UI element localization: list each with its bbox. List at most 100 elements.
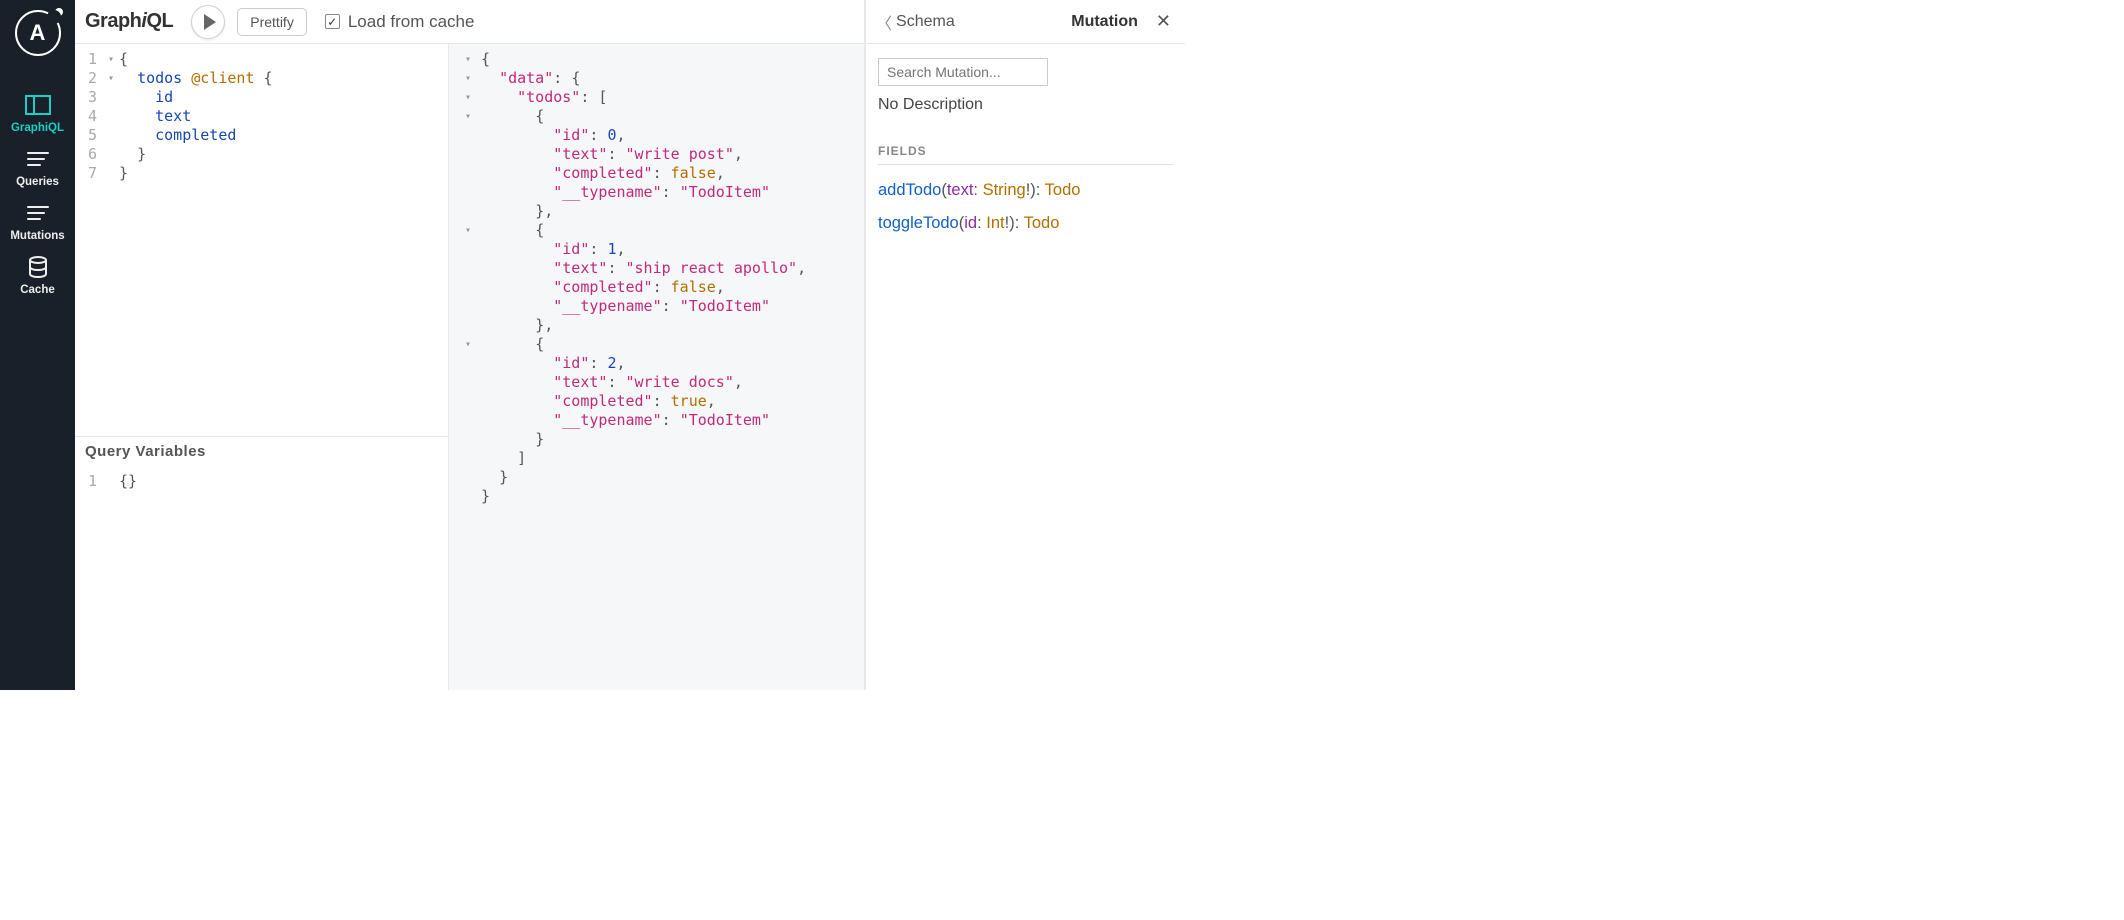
fold-toggle-icon: [103, 164, 119, 183]
app-sidebar: A GraphiQL Queries Mutations Cache: [0, 0, 75, 690]
docs-back-button[interactable]: 〈 Schema: [876, 10, 955, 34]
checkbox-icon: [325, 14, 340, 29]
code-text: }: [477, 468, 508, 487]
query-variables-editor[interactable]: 1{}: [75, 466, 448, 690]
sidebar-item-cache[interactable]: Cache: [10, 256, 64, 296]
code-line: "text": "ship react apollo",: [449, 259, 864, 278]
code-line: "id": 0,: [449, 126, 864, 145]
code-line: 1{}: [75, 472, 448, 491]
code-line: "completed": true,: [449, 392, 864, 411]
fold-toggle-icon: [449, 354, 477, 373]
query-pane: 1▾{2▾ todos @client {3 id4 text5 complet…: [75, 44, 449, 690]
code-panes: 1▾{2▾ todos @client {3 id4 text5 complet…: [75, 44, 864, 690]
docs-field-toggleTodo[interactable]: toggleTodo(id: Int!): Todo: [878, 214, 1173, 233]
code-line: ▾ "todos": [: [449, 88, 864, 107]
fold-toggle-icon: [449, 183, 477, 202]
sidebar-item-mutations[interactable]: Mutations: [10, 202, 64, 242]
code-line: "id": 1,: [449, 240, 864, 259]
line-number: 5: [75, 126, 103, 145]
code-line: 6 }: [75, 145, 448, 164]
fold-toggle-icon: [103, 145, 119, 164]
sidebar-item-label: Cache: [20, 284, 55, 296]
fold-toggle-icon[interactable]: ▾: [449, 88, 477, 107]
sidebar-item-graphiql[interactable]: GraphiQL: [10, 94, 64, 134]
fold-toggle-icon: [449, 297, 477, 316]
code-line: 2▾ todos @client {: [75, 69, 448, 88]
code-text: "completed": false,: [477, 164, 725, 183]
code-text: {: [477, 50, 490, 69]
code-line: ▾ {: [449, 107, 864, 126]
fold-toggle-icon[interactable]: ▾: [449, 335, 477, 354]
fold-toggle-icon: [449, 468, 477, 487]
code-line: "id": 2,: [449, 354, 864, 373]
code-line: ]: [449, 449, 864, 468]
fold-toggle-icon: [449, 126, 477, 145]
code-line: "__typename": "TodoItem": [449, 297, 864, 316]
fold-toggle-icon[interactable]: ▾: [103, 50, 119, 69]
fold-toggle-icon: [449, 202, 477, 221]
panel-icon: [24, 94, 52, 116]
fold-toggle-icon: [449, 145, 477, 164]
code-line: 1▾{: [75, 50, 448, 69]
code-text: todos @client {: [119, 69, 273, 88]
fold-toggle-icon: [449, 259, 477, 278]
code-line: 7}: [75, 164, 448, 183]
fold-toggle-icon: [449, 487, 477, 506]
fold-toggle-icon: [449, 449, 477, 468]
code-line: "__typename": "TodoItem": [449, 411, 864, 430]
code-line: ▾ "data": {: [449, 69, 864, 88]
code-line: 5 completed: [75, 126, 448, 145]
docs-back-label: Schema: [896, 13, 955, 31]
docs-close-button[interactable]: ✕: [1152, 7, 1175, 36]
code-text: "__typename": "TodoItem": [477, 183, 770, 202]
docs-fields-label: FIELDS: [878, 144, 1173, 165]
lines-icon: [24, 148, 52, 170]
sidebar-item-label: GraphiQL: [11, 122, 64, 134]
database-icon: [24, 256, 52, 278]
execute-button[interactable]: [191, 5, 225, 39]
code-line: 3 id: [75, 88, 448, 107]
code-text: "text": "write post",: [477, 145, 743, 164]
code-line: "completed": false,: [449, 164, 864, 183]
result-pane[interactable]: ▾{▾ "data": {▾ "todos": [▾ { "id": 0, "t…: [449, 44, 864, 690]
code-text: "text": "write docs",: [477, 373, 743, 392]
query-editor[interactable]: 1▾{2▾ todos @client {3 id4 text5 complet…: [75, 44, 448, 436]
docs-field-addTodo[interactable]: addTodo(text: String!): Todo: [878, 181, 1173, 200]
code-text: {}: [119, 472, 137, 491]
code-text: "completed": false,: [477, 278, 725, 297]
fold-toggle-icon[interactable]: ▾: [103, 69, 119, 88]
code-text: {: [477, 107, 544, 126]
fold-toggle-icon: [103, 88, 119, 107]
editor-column: GraphiQL Prettify Load from cache 1▾{2▾ …: [75, 0, 865, 690]
code-text: "__typename": "TodoItem": [477, 297, 770, 316]
code-line: },: [449, 202, 864, 221]
code-text: "__typename": "TodoItem": [477, 411, 770, 430]
code-text: id: [119, 88, 173, 107]
query-variables-header[interactable]: Query Variables: [75, 436, 448, 466]
code-text: "todos": [: [477, 88, 607, 107]
fold-toggle-icon[interactable]: ▾: [449, 221, 477, 240]
prettify-button[interactable]: Prettify: [237, 8, 307, 36]
code-line: "completed": false,: [449, 278, 864, 297]
sidebar-item-label: Queries: [16, 176, 59, 188]
docs-search-input[interactable]: [878, 58, 1048, 86]
fold-toggle-icon: [103, 126, 119, 145]
code-text: {: [477, 221, 544, 240]
load-from-cache-toggle[interactable]: Load from cache: [325, 12, 475, 32]
fold-toggle-icon: [449, 278, 477, 297]
fold-toggle-icon: [449, 430, 477, 449]
sidebar-item-label: Mutations: [10, 230, 64, 242]
line-number: 2: [75, 69, 103, 88]
brand-logo: A: [15, 10, 61, 56]
code-text: {: [119, 50, 128, 69]
docs-body: No Description FIELDS addTodo(text: Stri…: [866, 44, 1185, 261]
code-text: "id": 1,: [477, 240, 626, 259]
code-text: {: [477, 335, 544, 354]
code-line: ▾ {: [449, 221, 864, 240]
code-line: ▾{: [449, 50, 864, 69]
fold-toggle-icon[interactable]: ▾: [449, 107, 477, 126]
fold-toggle-icon[interactable]: ▾: [449, 50, 477, 69]
fold-toggle-icon[interactable]: ▾: [449, 69, 477, 88]
sidebar-item-queries[interactable]: Queries: [10, 148, 64, 188]
fold-toggle-icon: [449, 373, 477, 392]
